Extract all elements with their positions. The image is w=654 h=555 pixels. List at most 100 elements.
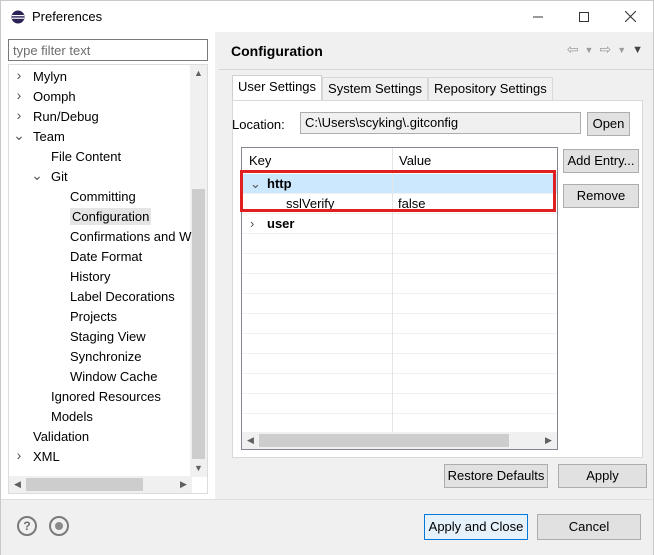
tree-item-label: Git — [51, 169, 68, 184]
table-row[interactable]: ⌄ http — [242, 174, 557, 194]
preferences-window: Preferences ▲ ▼ ◀ ▶ › Mylyn › Oomph › Run/Deb… — [0, 0, 654, 555]
apply-and-close-button[interactable]: Apply and Close — [424, 514, 528, 540]
tree-item-oomph[interactable]: Oomph — [33, 87, 76, 107]
close-icon[interactable] — [607, 1, 653, 32]
column-header-key[interactable]: Key — [242, 148, 271, 173]
tree-item-committing[interactable]: Committing — [70, 187, 136, 207]
tree-item-label: Label Decorations — [70, 289, 175, 304]
scroll-down-icon[interactable]: ▼ — [190, 460, 207, 477]
tree-item-ignored-resources[interactable]: Ignored Resources — [51, 387, 161, 407]
tree-item-label: Synchronize — [70, 349, 142, 364]
empty-row — [242, 294, 557, 314]
tree-item-synchronize[interactable]: Synchronize — [70, 347, 142, 367]
chevron-down-icon[interactable]: ⌄ — [31, 167, 43, 187]
tree-item-models[interactable]: Models — [51, 407, 93, 427]
tree-item-file-content[interactable]: File Content — [51, 147, 121, 167]
empty-row — [242, 314, 557, 334]
key-cell: user — [267, 216, 295, 231]
tree-item-staging-view[interactable]: Staging View — [70, 327, 146, 347]
tree-item-run-debug[interactable]: Run/Debug — [33, 107, 99, 127]
eclipse-icon — [11, 10, 25, 24]
scroll-right-icon[interactable]: ▶ — [175, 476, 192, 493]
back-arrow-icon[interactable]: ⇦ — [567, 41, 579, 59]
tree-item-xml[interactable]: XML — [33, 447, 60, 467]
minimize-icon[interactable] — [515, 1, 561, 32]
tree-item-window-cache[interactable]: Window Cache — [70, 367, 157, 387]
view-menu-icon[interactable]: ▼ — [632, 41, 643, 59]
maximize-icon[interactable] — [561, 1, 607, 32]
column-header-value[interactable]: Value — [392, 148, 431, 173]
back-dropdown-icon[interactable]: ▼ — [585, 41, 594, 59]
tree-vertical-scrollbar[interactable]: ▲ ▼ — [190, 65, 207, 477]
scroll-thumb[interactable] — [259, 434, 509, 447]
config-table: Key Value ⌄ http sslVerify false › user ◀ ▶ — [241, 147, 558, 450]
tree-item-team[interactable]: Team — [33, 127, 65, 147]
table-row[interactable]: sslVerify false — [242, 194, 557, 214]
restore-defaults-button[interactable]: Restore Defaults — [444, 464, 548, 488]
empty-row — [242, 334, 557, 354]
tree-item-label: Confirmations and W — [70, 229, 192, 244]
tree-item-label: Validation — [33, 429, 90, 444]
help-icon[interactable]: ? — [17, 516, 37, 536]
empty-row — [242, 354, 557, 374]
location-field[interactable]: C:\Users\scyking\.gitconfig — [300, 112, 581, 134]
preferences-sidebar: ▲ ▼ ◀ ▶ › Mylyn › Oomph › Run/Debug ⌄ Team File … — [1, 32, 215, 499]
tab-user-settings[interactable]: User Settings — [232, 75, 323, 101]
empty-row — [242, 254, 557, 274]
key-cell: http — [267, 176, 292, 191]
value-cell: false — [398, 196, 426, 211]
window-title: Preferences — [32, 9, 103, 24]
cancel-button[interactable]: Cancel — [537, 514, 641, 540]
chevron-right-icon[interactable]: › — [13, 87, 25, 107]
scroll-thumb[interactable] — [192, 189, 205, 459]
scroll-up-icon[interactable]: ▲ — [190, 65, 207, 82]
scroll-left-icon[interactable]: ◀ — [9, 476, 26, 493]
tree-item-label: Oomph — [33, 89, 76, 104]
tree-item-git[interactable]: Git — [51, 167, 68, 187]
tree-item-mylyn[interactable]: Mylyn — [33, 67, 67, 87]
import-export-icon[interactable] — [49, 516, 69, 536]
empty-row — [242, 234, 557, 254]
scroll-right-icon[interactable]: ▶ — [540, 432, 557, 449]
chevron-down-icon[interactable]: ⌄ — [13, 127, 25, 147]
empty-row — [242, 394, 557, 414]
tree-horizontal-scrollbar[interactable]: ◀ ▶ — [9, 476, 192, 493]
chevron-right-icon[interactable]: › — [250, 214, 254, 234]
add-entry-button[interactable]: Add Entry... — [563, 149, 639, 173]
tree-item-label: File Content — [51, 149, 122, 164]
tree-item-label: History — [70, 269, 111, 284]
filter-input[interactable] — [8, 39, 208, 61]
empty-row — [242, 274, 557, 294]
tree-item-confirmations-and-w[interactable]: Confirmations and W — [70, 227, 191, 247]
tree-item-validation[interactable]: Validation — [33, 427, 89, 447]
table-horizontal-scrollbar[interactable]: ◀ ▶ — [242, 432, 557, 449]
tree-item-configuration[interactable]: Configuration — [70, 207, 152, 227]
chevron-down-icon[interactable]: ⌄ — [250, 174, 261, 194]
dialog-footer: ? Apply and Close Cancel — [1, 499, 653, 555]
column-separator — [392, 148, 393, 434]
scroll-left-icon[interactable]: ◀ — [242, 432, 259, 449]
remove-button[interactable]: Remove — [563, 184, 639, 208]
title-bar: Preferences — [1, 1, 653, 32]
table-row[interactable]: › user — [242, 214, 557, 234]
tab-system-settings[interactable]: System Settings — [322, 77, 428, 100]
tree-item-label: Ignored Resources — [51, 389, 161, 404]
tree-item-label-decorations[interactable]: Label Decorations — [70, 287, 175, 307]
open-button[interactable]: Open — [587, 112, 630, 136]
tree-item-date-format[interactable]: Date Format — [70, 247, 142, 267]
tree-item-label: Staging View — [70, 329, 146, 344]
table-header: Key Value — [242, 148, 557, 173]
tree-item-projects[interactable]: Projects — [70, 307, 117, 327]
scroll-thumb[interactable] — [26, 478, 143, 491]
tree-item-label: Window Cache — [70, 369, 158, 384]
forward-dropdown-icon[interactable]: ▼ — [617, 41, 626, 59]
tree-item-label: Configuration — [70, 208, 152, 225]
chevron-right-icon[interactable]: › — [13, 107, 25, 127]
tab-repository-settings[interactable]: Repository Settings — [427, 77, 553, 100]
chevron-right-icon[interactable]: › — [13, 447, 25, 467]
apply-button[interactable]: Apply — [558, 464, 647, 488]
tree-item-history[interactable]: History — [70, 267, 110, 287]
forward-arrow-icon[interactable]: ⇨ — [599, 41, 611, 59]
tree-item-label: Mylyn — [33, 69, 67, 84]
chevron-right-icon[interactable]: › — [13, 67, 25, 87]
